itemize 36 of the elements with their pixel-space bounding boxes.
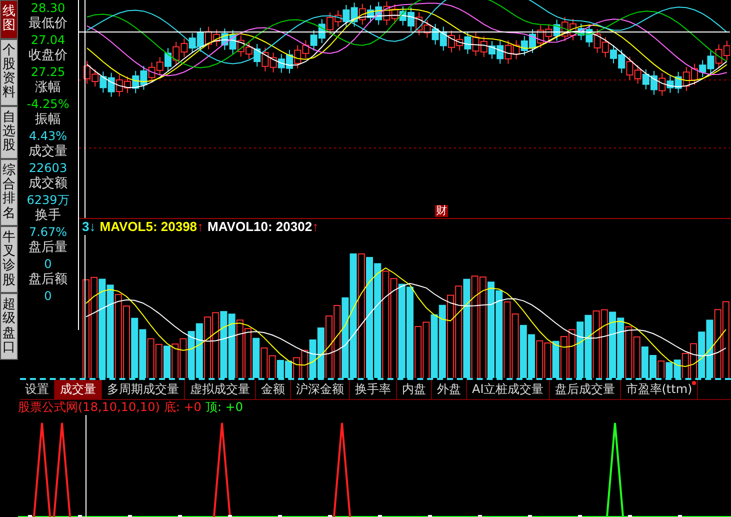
quote-label: 盘后额 [28,272,68,288]
volume-average-label: MAVOL10: 20302 [208,219,312,234]
quote-value: 4.43% [28,128,68,144]
quote-value: 22603 [28,160,68,176]
trend-arrow: ↑ [197,219,204,234]
quote-value: 7.67% [28,224,68,240]
indicator-name: 股票公式网(18,10,10,10) [18,398,160,416]
finance-marker[interactable]: 财 [435,205,448,217]
quote-value: 0 [44,256,52,272]
sidebar-tab[interactable]: 综合排名 [0,158,18,226]
trend-arrow: ↑ [312,219,319,234]
sidebar-tab[interactable]: 牛叉诊股 [0,226,18,294]
indicator-value: 底: +0 [164,398,202,416]
sidebar-tab[interactable]: 个股资料 [0,38,18,106]
sidebar-tab[interactable]: 线图 [0,0,18,39]
quote-label: 盘后量 [28,240,68,256]
quote-value: 0 [44,288,52,304]
trend-arrow: ↓ [89,219,96,234]
volume-average-label: MAVOL5: 20398 [100,219,198,234]
quote-value: 27.04 [30,32,66,48]
quote-value: 27.25 [30,64,66,80]
quote-label: 涨幅 [35,80,61,96]
quote-label: 成交量 [28,144,68,160]
quote-value: 28.30 [30,0,66,16]
quote-value: -4.25% [26,96,70,112]
quote-label: 换手 [35,208,61,224]
sidebar-tab[interactable]: 自选股 [0,106,18,159]
quote-label: 成交额 [28,176,68,192]
volume-average-label: 3 [82,219,90,234]
sidebar-tab[interactable]: 超级盘口 [0,293,18,360]
quote-label: 收盘价 [28,48,68,64]
indicator-tab[interactable]: 成交量 [55,380,102,399]
quote-label: 最低价 [28,16,68,32]
indicator-value: 顶: +0 [205,398,243,416]
quote-value: 6239万 [26,192,70,208]
quote-label: 振幅 [35,112,61,128]
